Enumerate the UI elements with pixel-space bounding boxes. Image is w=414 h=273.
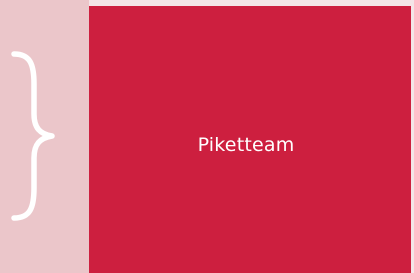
page: Piketteam xyxy=(0,0,414,273)
team-card[interactable]: Piketteam xyxy=(89,6,411,273)
curly-brace-icon xyxy=(11,51,55,221)
side-panel xyxy=(0,0,89,273)
team-card-label: Piketteam xyxy=(197,133,295,156)
